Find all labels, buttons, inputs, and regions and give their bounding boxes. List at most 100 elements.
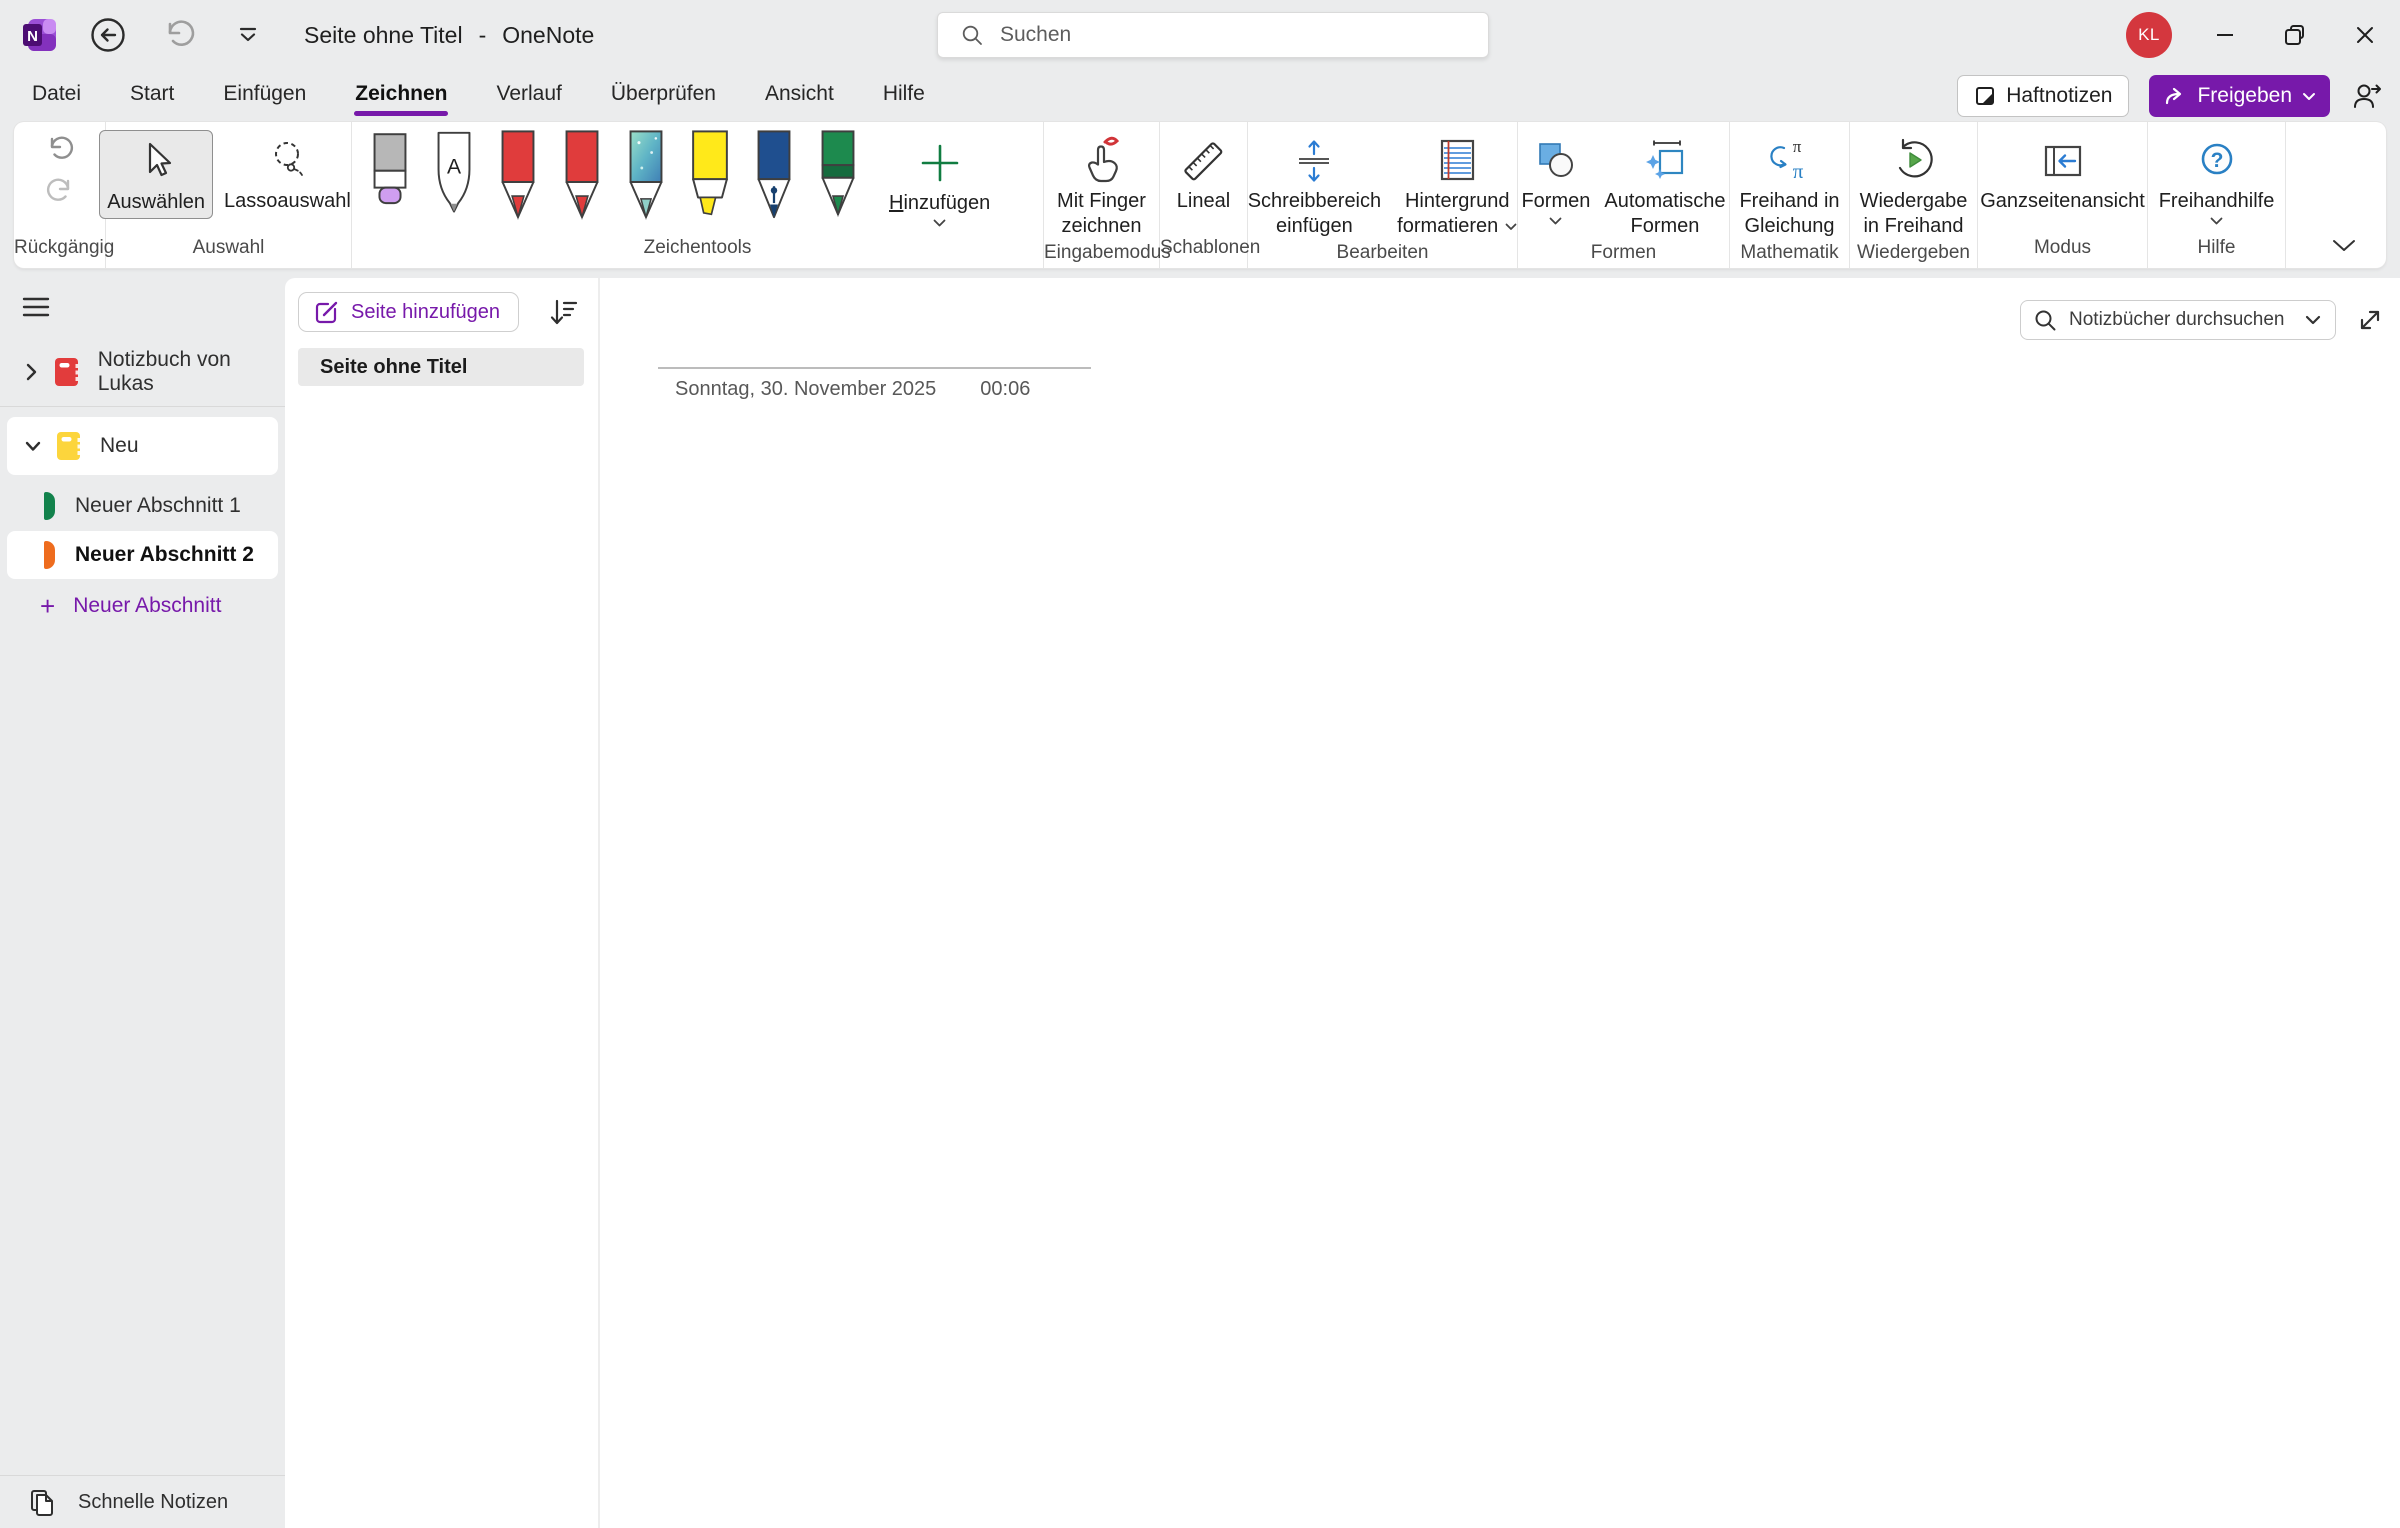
ribbon-group-undo: Rückgängig xyxy=(14,122,106,268)
group-label-math: Mathematik xyxy=(1730,242,1849,273)
draw-with-finger-button[interactable]: Mit Finger zeichnen xyxy=(1050,130,1153,242)
back-button[interactable] xyxy=(86,13,130,57)
account-avatar[interactable]: KL xyxy=(2126,12,2172,58)
add-page-button[interactable]: Seite hinzufügen xyxy=(298,292,519,332)
sidebar-notebook-current[interactable]: Neu xyxy=(7,417,278,475)
ribbon-group-shapes: Formen Automatische xyxy=(1518,122,1730,268)
yellow-highlighter-tool[interactable] xyxy=(684,130,736,234)
plus-icon: + xyxy=(40,596,55,616)
content-area: Seite hinzufügen Seite ohne Titel Notizb… xyxy=(285,278,2400,1528)
writing-area-icon xyxy=(1291,133,1337,189)
ribbon-group-edit: Schreibbereich einfügen Hintergrund form… xyxy=(1248,122,1518,268)
quick-notes-button[interactable]: Schnelle Notizen xyxy=(0,1476,285,1528)
quick-access-toolbar-icon[interactable] xyxy=(226,13,270,57)
ribbon-group-replay: Wiedergabe in Freihand Wiedergeben xyxy=(1850,122,1978,268)
tab-einfuegen[interactable]: Einfügen xyxy=(221,78,308,114)
add-pen-button[interactable]: Hinzufügen xyxy=(882,132,997,230)
page-time: 00:06 xyxy=(980,378,1030,401)
shapes-icon xyxy=(1532,133,1580,189)
minimize-button[interactable] xyxy=(2190,0,2260,70)
text-pen-tool[interactable]: A xyxy=(428,130,480,234)
page-list-item-selected[interactable]: Seite ohne Titel xyxy=(298,348,584,386)
hamburger-menu-icon[interactable] xyxy=(22,292,56,322)
ribbon-group-stencils: Lineal Schablonen xyxy=(1160,122,1248,268)
window-title-page: Seite ohne Titel xyxy=(304,22,463,49)
replay-icon xyxy=(1890,133,1938,189)
tab-start[interactable]: Start xyxy=(128,78,176,114)
freigeben-button[interactable]: Freigeben xyxy=(2149,75,2330,117)
ink-to-math-button[interactable]: π π Freihand in Gleichung xyxy=(1732,130,1846,242)
green-marker-tool[interactable] xyxy=(812,130,864,234)
undo-button-titlebar[interactable] xyxy=(156,13,200,57)
shapes-button[interactable]: Formen xyxy=(1514,130,1597,228)
select-tool-button[interactable]: Auswählen xyxy=(99,130,213,219)
group-label-help: Hilfe xyxy=(2148,237,2285,268)
notebook-parent-label: Notizbuch von Lukas xyxy=(98,348,278,396)
ink-replay-button[interactable]: Wiedergabe in Freihand xyxy=(1853,130,1975,242)
sidebar-section-2[interactable]: Neuer Abschnitt 2 xyxy=(7,531,278,579)
notebook-icon-yellow xyxy=(54,430,84,462)
tab-verlauf[interactable]: Verlauf xyxy=(494,78,563,114)
finger-draw-icon xyxy=(1078,133,1126,189)
collapse-ribbon-chevron-icon[interactable] xyxy=(2332,239,2356,252)
onenote-window: N Seite ohne Titel - OneNote Suchen xyxy=(0,0,2400,1528)
sidebar-notebook-parent[interactable]: Notizbuch von Lukas xyxy=(7,348,278,396)
eraser-tool[interactable] xyxy=(364,130,416,234)
redo-icon[interactable] xyxy=(43,178,77,208)
section-color-green xyxy=(44,492,55,520)
ribbon-group-tools: A xyxy=(352,122,1044,268)
sidebar-section-1[interactable]: Neuer Abschnitt 1 xyxy=(7,483,278,529)
chevron-down-icon xyxy=(2210,217,2223,225)
chevron-down-icon xyxy=(18,441,48,452)
red-pen-2-tool[interactable] xyxy=(556,130,608,234)
notebook-current-label: Neu xyxy=(100,434,139,458)
plus-icon xyxy=(917,135,963,191)
page-list-panel: Seite hinzufügen Seite ohne Titel xyxy=(285,278,600,1528)
auto-shapes-button[interactable]: Automatische Formen xyxy=(1597,130,1732,242)
chevron-down-icon xyxy=(1549,217,1562,225)
page-canvas[interactable]: Notizbücher durchsuchen Sonntag, 30. Nov… xyxy=(600,278,2400,1528)
cursor-icon xyxy=(136,134,176,190)
galaxy-pen-tool[interactable] xyxy=(620,130,672,234)
red-pen-1-tool[interactable] xyxy=(492,130,544,234)
auto-shapes-icon xyxy=(1640,133,1690,189)
ruler-button[interactable]: Lineal xyxy=(1170,130,1237,217)
compose-icon xyxy=(313,299,339,325)
search-icon xyxy=(960,23,984,47)
share-contact-icon[interactable] xyxy=(2350,80,2384,112)
sort-pages-icon[interactable] xyxy=(548,298,578,326)
svg-text:A: A xyxy=(447,156,462,179)
tab-ansicht[interactable]: Ansicht xyxy=(763,78,836,114)
insert-writing-area-button[interactable]: Schreibbereich einfügen xyxy=(1241,130,1388,242)
add-section-button[interactable]: + Neuer Abschnitt xyxy=(7,587,278,625)
group-label-tools: Zeichentools xyxy=(352,237,1043,268)
group-label-mode: Modus xyxy=(1978,237,2147,268)
ink-math-icon: π π xyxy=(1767,133,1813,189)
quick-notes-label: Schnelle Notizen xyxy=(78,1491,228,1514)
notebook-search-input[interactable]: Notizbücher durchsuchen xyxy=(2020,300,2336,340)
ribbon-group-math: π π Freihand in Gleichung Mathematik xyxy=(1730,122,1850,268)
group-label-selection: Auswahl xyxy=(106,237,351,268)
ink-help-button[interactable]: ? Freihandhilfe xyxy=(2152,130,2282,228)
tab-hilfe[interactable]: Hilfe xyxy=(881,78,927,114)
ribbon-group-selection: Auswählen Lassoauswahl Auswahl xyxy=(106,122,352,268)
haftnotizen-button[interactable]: Haftnotizen xyxy=(1957,75,2129,117)
tab-ueberpruefen[interactable]: Überprüfen xyxy=(609,78,718,114)
ribbon: Rückgängig Auswählen Lassoauswahl Ausw xyxy=(14,122,2386,268)
tab-zeichnen[interactable]: Zeichnen xyxy=(353,78,449,114)
notebook-icon-red xyxy=(52,356,82,388)
format-background-button[interactable]: Hintergrund formatieren xyxy=(1390,130,1524,242)
restore-button[interactable] xyxy=(2260,0,2330,70)
blue-fountain-pen-tool[interactable] xyxy=(748,130,800,234)
tab-datei[interactable]: Datei xyxy=(30,78,83,114)
close-button[interactable] xyxy=(2330,0,2400,70)
lasso-select-button[interactable]: Lassoauswahl xyxy=(217,130,358,217)
sidebar-divider xyxy=(0,406,285,407)
full-page-view-button[interactable]: Ganzseitenansicht xyxy=(1973,130,2152,217)
ribbon-group-help: ? Freihandhilfe Hilfe xyxy=(2148,122,2286,268)
undo-icon[interactable] xyxy=(43,136,77,166)
svg-text:N: N xyxy=(27,28,38,45)
titlebar: N Seite ohne Titel - OneNote Suchen xyxy=(0,0,2400,70)
global-search-input[interactable]: Suchen xyxy=(937,12,1489,58)
expand-diagonal-icon[interactable] xyxy=(2356,306,2384,334)
